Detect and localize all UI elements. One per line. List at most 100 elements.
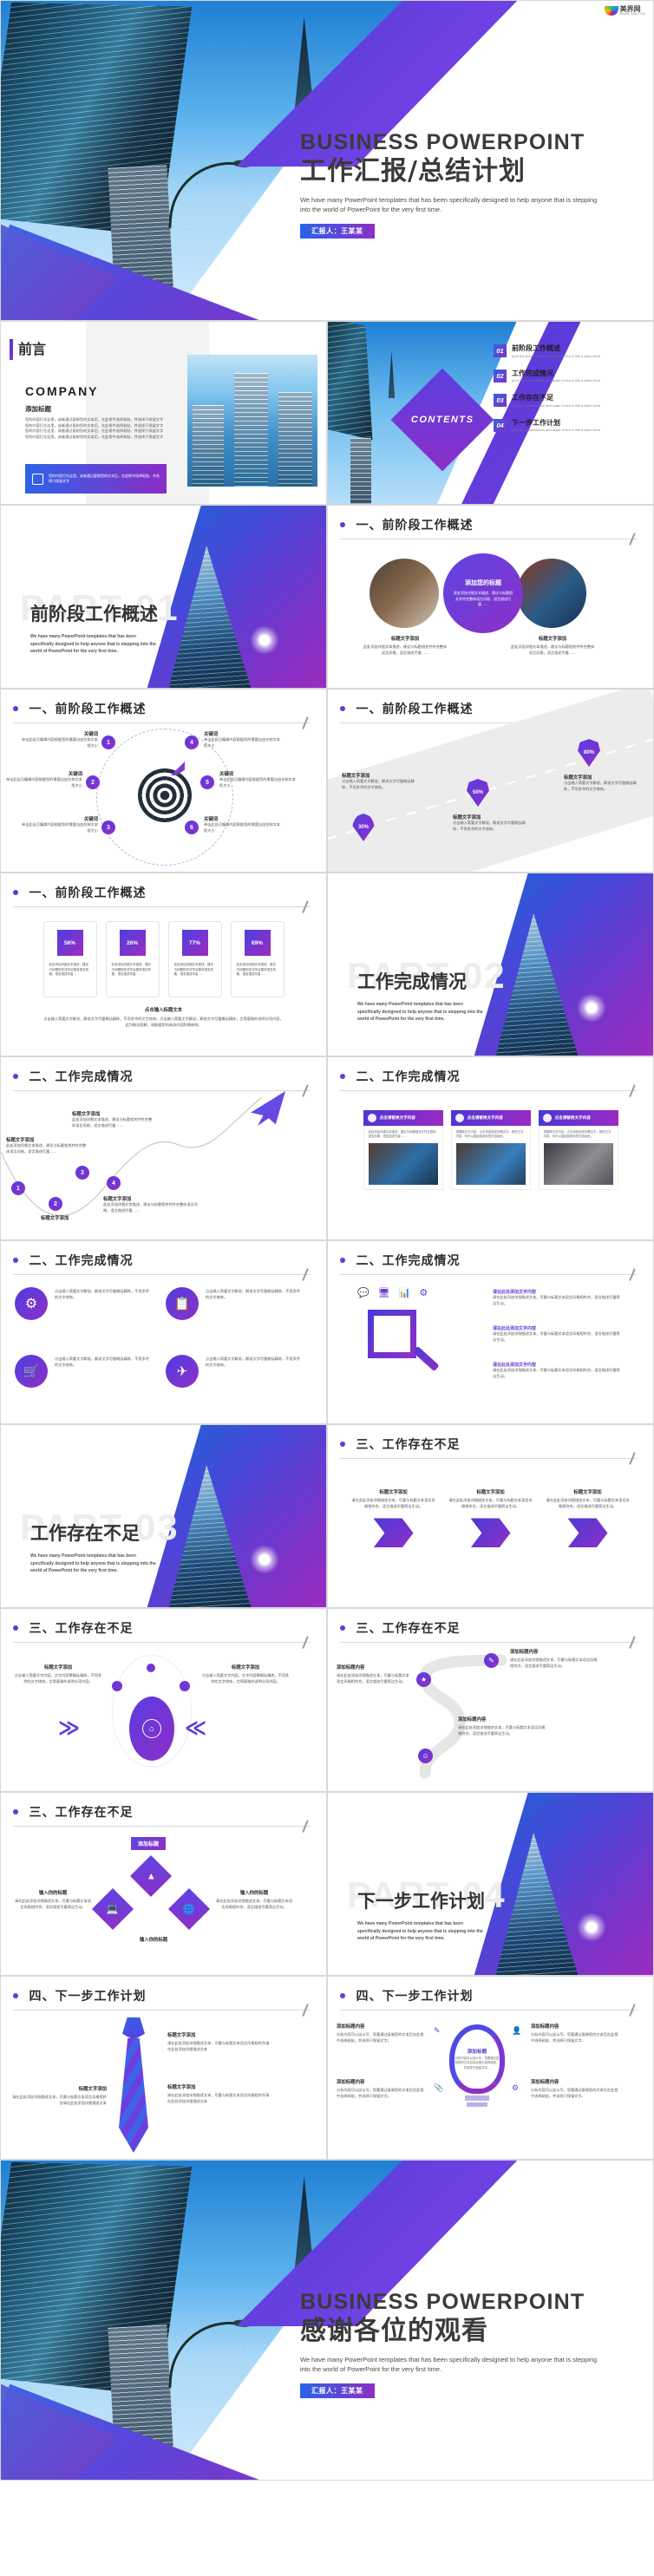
bulb-label-1-body: 分析内容可以这么写，您要通过复制您的文本后在此框中选择粘贴，并选择只保留文字。	[337, 2032, 424, 2043]
slide-orbit[interactable]: 三、工作存在不足 ⌂ ≫ ≪ 标题文字添加 点击输入简要文字内容，文字内容需概括…	[0, 1608, 327, 1792]
clipboard-icon: 📋	[166, 1287, 199, 1320]
slide-body: 点击请替换文字内容 此处添加详细文本描述，建议与标题相关并符合整体语言风格，语言…	[328, 1091, 653, 1237]
slide-tie[interactable]: 四、下一步工作计划 标题文字添加 请在此处添加详细描述文本，尽量与标题文本语言风…	[0, 1976, 327, 2160]
bullet-dot-icon	[13, 890, 18, 895]
percent-card[interactable]: 69% 此处添加详细文本描述，建议与标题相关并符合整体语言风格，语言描述尽量……	[230, 921, 284, 997]
target-node-3[interactable]: 3	[101, 821, 115, 834]
contents-item[interactable]: 03 工作存在不足 print the presentation and mak…	[494, 394, 641, 408]
slide-magnifier[interactable]: 二、工作完成情况 💬 🖥 📊 ⚙ 请在此处添加文字内容 请在此处添加详细描述文本…	[327, 1240, 654, 1424]
rhombus-bottom-label: 输入你的标题	[114, 1936, 193, 1943]
target-node-2[interactable]: 2	[86, 775, 100, 789]
slide-path[interactable]: 三、工作存在不足 ★ ✎ ☺ 添加标题内容 请在此处添加详细描述文本，尽量与标题…	[327, 1608, 654, 1792]
tie-label-1-title: 标题文字添加	[167, 2033, 196, 2038]
slide-percent-cards[interactable]: 一、前阶段工作概述 56% 此处添加详细文本描述，建议与标题相关并符合整体语言风…	[0, 873, 327, 1056]
slide-header: 一、前阶段工作概述	[1, 690, 326, 723]
divider-slide-2[interactable]: PART 02 工作完成情况 We have many PowerPoint t…	[327, 873, 654, 1056]
chevron-item[interactable]: 标题文字添加 请在此处添加详细描述文本，尽量与标题文本语言风格相符合，语言描述尽…	[351, 1488, 436, 1596]
slide-chevrons[interactable]: 三、工作存在不足 标题文字添加 请在此处添加详细描述文本，尽量与标题文本语言风格…	[327, 1424, 654, 1608]
percent-card[interactable]: 77% 此处添加详细文本描述，建议与标题相关并符合整体语言风格，语言描述尽量……	[167, 921, 222, 997]
target-node-1[interactable]: 1	[101, 736, 115, 749]
card-icon	[542, 1114, 552, 1122]
curve-node-3[interactable]: 3	[75, 1166, 89, 1180]
path-label-3-body: 请在此处添加详细描述文本，尽量与标题文本语言风格相符合，语言描述尽量简洁生动。	[458, 1725, 546, 1736]
person-icon: 👤	[512, 2026, 522, 2035]
divider-slide-3[interactable]: PART 03 工作存在不足 We have many PowerPoint t…	[0, 1424, 327, 1608]
slide-title: 一、前阶段工作概述	[356, 703, 474, 716]
percent-card-body: 此处添加详细文本描述，建议与标题相关并符合整体语言风格，语言描述尽量……	[173, 963, 214, 977]
cover-slide[interactable]: 美界网 WWW.YANJ.CN BUSINESS POWERPOINT 工作汇报…	[0, 0, 654, 321]
contents-item-en: print the presentation and make it into …	[512, 403, 600, 408]
slide-curve[interactable]: 二、工作完成情况 1 标题文字添加 此处添加详细文本描述，建议与标题相关并符合整…	[0, 1056, 327, 1240]
preface-slide[interactable]: 前言 COMPANY 添加标题 您的内容打在这里，或者通过复制您的文本后，在此框…	[0, 321, 327, 505]
target-node-4[interactable]: 4	[185, 736, 199, 749]
chevron-item-body: 请在此处添加详细描述文本，尽量与标题文本语言风格相符合，语言描述尽量简洁生动。	[448, 1498, 533, 1508]
curve-node-2[interactable]: 2	[49, 1197, 62, 1211]
slide-target[interactable]: 一、前阶段工作概述 1 关键词 单击此处可编辑内容根据您的需要自由拉伸文本框大小…	[0, 689, 327, 873]
slide-three-circles[interactable]: 一、前阶段工作概述 添加您的标题 此处添加详细文本描述，建议与标题相关并符合整体…	[327, 505, 654, 689]
contents-item[interactable]: 04 下一步工作计划 print the presentation and ma…	[494, 418, 641, 432]
photo-card[interactable]: 点击请替换文字内容 请替换文字内容，点击添加相关标题文字，修改文字内容，也可以直…	[450, 1110, 531, 1228]
tie-label-3: 标题文字添加 请在此处添加详细描述文本，尽量与标题文本语言风格相符合请在此处添加…	[11, 2085, 107, 2106]
bullet-dot-icon	[13, 1074, 18, 1079]
tie-label-2-title: 标题文字添加	[167, 2085, 196, 2090]
orbit-right-label: 标题文字添加 点击输入简要文字内容，文字内容需概括精炼，不用多余的文字修饰，言简…	[200, 1664, 291, 1684]
closing-cn-title: 感谢各位的观看	[300, 2315, 488, 2346]
contents-item-number: 02	[494, 369, 507, 382]
target-node-6[interactable]: 6	[185, 821, 199, 834]
bulb-label-3-body: 分析内容可以这么写，您要通过复制您的文本后在此框中选择粘贴，并选择只保留文字。	[531, 2032, 618, 2043]
card-icon	[455, 1114, 464, 1122]
path-label-2-body: 请在此处添加详细描述文本，尽量与标题文本语言风格相符合，语言描述尽量简洁生动。	[510, 1657, 598, 1668]
target-label-2-title: 关键词	[68, 772, 82, 777]
slide-rhombus[interactable]: 三、工作存在不足 添加标题 ▲ 💻 🌐 输入你的标题 请在此处添加详细描述文本，…	[0, 1792, 327, 1976]
slide-header: 四、下一步工作计划	[328, 1977, 653, 2010]
slide-road[interactable]: 一、前阶段工作概述 30% 标题文字添加 点击输入简要文字解说，解说文字尽量概括…	[327, 689, 654, 873]
curve-node-1[interactable]: 1	[11, 1181, 25, 1195]
road-label-1-title: 标题文字添加	[342, 774, 370, 779]
percent-card[interactable]: 56% 此处添加详细文本描述，建议与标题相关并符合整体语言风格，语言描述尽量……	[43, 921, 97, 997]
slide-icon-circles[interactable]: 二、工作完成情况 ⚙ 点击输入简要文字解说，解说文字尽量概括精炼，不用多余的文字…	[0, 1240, 327, 1424]
photo-card[interactable]: 点击请替换文字内容 请替换文字内容，点击添加相关标题文字，修改文字内容，也可以直…	[538, 1110, 618, 1228]
tie-label-1: 标题文字添加 请在此处添加详细描述文本，尽量与标题文本语言风格相符合请在此处添加…	[167, 2031, 271, 2052]
photo-card-body: 请替换文字内容，点击添加相关标题文字，修改文字内容，也可以直接复制你的内容到此。	[543, 1130, 611, 1139]
closing-slide[interactable]: BUSINESS POWERPOINT 感谢各位的观看 We have many…	[0, 2160, 654, 2481]
photo-card[interactable]: 点击请替换文字内容 此处添加详细文本描述，建议与标题相关并符合整体语言风格，语言…	[363, 1110, 443, 1228]
divider-slide-4[interactable]: PART 04 下一步工作计划 We have many PowerPoint …	[327, 1792, 654, 1976]
photo-card-header: 点击请替换文字内容	[467, 1115, 503, 1120]
slide-body: ★ ✎ ☺ 添加标题内容 请在此处添加详细描述文本，尽量与标题文本语言风格相符合…	[328, 1643, 653, 1788]
road-label-2-title: 标题文字添加	[453, 815, 481, 821]
contents-list: 01 前阶段工作概述 print the presentation and ma…	[494, 344, 641, 443]
contents-item[interactable]: 02 工作完成情况 print the presentation and mak…	[494, 369, 641, 383]
slide-title: 一、前阶段工作概述	[29, 886, 147, 900]
path-label-2: 添加标题内容 请在此处添加详细描述文本，尽量与标题文本语言风格相符合，语言描述尽…	[510, 1648, 600, 1669]
road-label-2: 标题文字添加 点击输入简要文字解说，解说文字尽量概括精炼，不用多余的文字修饰。	[453, 814, 527, 832]
bullet-dot-icon	[340, 1625, 345, 1631]
closing-presenter-badge: 汇报人：王某某	[300, 2383, 375, 2398]
divider-slide-1[interactable]: PART 01 前阶段工作概述 We have many PowerPoint …	[0, 505, 327, 689]
target-label-1: 关键词 单击此处可编辑内容根据您的需要自由拉伸文本框大小	[18, 730, 98, 749]
closing-en-title: BUSINESS POWERPOINT	[300, 2290, 585, 2314]
contents-slide[interactable]: CONTENTS 01 前阶段工作概述 print the presentati…	[327, 321, 654, 505]
photo-card-header: 点击请替换文字内容	[379, 1115, 415, 1120]
target-label-2: 关键词 单击此处可编辑内容根据您的需要自由拉伸文本框大小	[4, 770, 82, 788]
clip-icon: 📎	[434, 2083, 444, 2092]
divider-subtitle: We have many PowerPoint templates that h…	[30, 634, 156, 654]
percent-card-body: 此处添加详细文本描述，建议与标题相关并符合整体语言风格，语言描述尽量……	[111, 963, 152, 977]
target-label-5-title: 关键词	[219, 772, 234, 777]
slide-bulb[interactable]: 四、下一步工作计划 添加标题 分析内容可以这么写，您要通过复制您的文本后在此框中…	[327, 1976, 654, 2160]
percent-card[interactable]: 26% 此处添加详细文本描述，建议与标题相关并符合整体语言风格，语言描述尽量……	[105, 921, 160, 997]
percent-value: 77%	[181, 930, 208, 956]
contents-item[interactable]: 01 前阶段工作概述 print the presentation and ma…	[494, 344, 641, 358]
contents-item-en: print the presentation and make it into …	[512, 379, 600, 383]
watermark-url: WWW.YANJ.CN	[619, 12, 645, 16]
chevron-icon	[373, 1518, 414, 1548]
slide-body: 1 标题文字添加 此处添加详细文本描述，建议与标题相关并符合整体语言风格，语言描…	[1, 1091, 326, 1237]
chevron-item[interactable]: 标题文字添加 请在此处添加详细描述文本，尽量与标题文本语言风格相符合，语言描述尽…	[546, 1488, 631, 1596]
target-node-5[interactable]: 5	[200, 775, 214, 789]
slide-body: ⚙ 点击输入简要文字解说，解说文字尽量概括精炼，不用多余的文字修饰。 📋 点击输…	[1, 1275, 326, 1421]
slide-photo-cards[interactable]: 二、工作完成情况 点击请替换文字内容 此处添加详细文本描述，建议与标题相关并符合…	[327, 1056, 654, 1240]
divider-subtitle: We have many PowerPoint templates that h…	[30, 1553, 156, 1573]
slide-body: 添加您的标题 此处添加详细文本描述，建议与标题相关并符合整体语言风格，语言描述尽…	[328, 539, 653, 685]
chevron-item[interactable]: 标题文字添加 请在此处添加详细描述文本，尽量与标题文本语言风格相符合，语言描述尽…	[448, 1488, 533, 1596]
curve-node-4[interactable]: 4	[107, 1176, 121, 1190]
rhombus-right-title: 输入你的标题	[239, 1891, 269, 1896]
